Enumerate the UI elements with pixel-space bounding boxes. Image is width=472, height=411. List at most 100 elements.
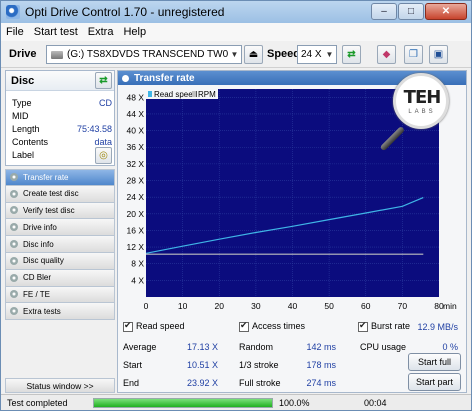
nav-fe-te[interactable]: FE / TE xyxy=(5,286,115,304)
app-disc-icon xyxy=(6,5,20,19)
end-value: 23.92 X xyxy=(186,378,218,388)
menu-extra[interactable]: Extra xyxy=(83,26,119,38)
nav-label: FE / TE xyxy=(23,289,50,299)
status-text: Test completed xyxy=(7,398,68,408)
legend-swatch xyxy=(148,91,152,97)
y-tick-label: 28 X xyxy=(127,176,145,186)
disc-icon xyxy=(10,223,18,232)
disc-type-value: CD xyxy=(99,98,112,108)
average-label: Average xyxy=(123,342,157,352)
copy-button[interactable]: ❐ xyxy=(404,45,423,64)
drive-select-value: (G:) TS8XDVDS TRANSCEND TW00 xyxy=(67,49,228,60)
disc-length-row: Length 75:43.58 xyxy=(12,124,112,136)
speed-select-value: 24 X xyxy=(301,49,322,60)
app-window: Opti Drive Control 1.70 - unregistered –… xyxy=(0,0,472,411)
disc-icon xyxy=(10,290,18,299)
nav-transfer-rate[interactable]: Transfer rate xyxy=(5,169,115,186)
y-tick-label: 24 X xyxy=(127,192,145,202)
random-label: Random xyxy=(239,342,274,352)
edit-label-button[interactable]: ◎ xyxy=(95,147,112,164)
refresh-speed-button[interactable]: ⇄ xyxy=(342,45,361,64)
y-tick-label: 48 X xyxy=(127,92,145,102)
logo-text: TEH xyxy=(403,87,442,108)
x-tick-label: 50 xyxy=(324,301,334,311)
y-tick-label: 20 X xyxy=(127,209,145,219)
eject-button[interactable]: ⏏ xyxy=(244,45,263,64)
nav-drive-info[interactable]: Drive info xyxy=(5,219,115,237)
nav-label: Create test disc xyxy=(23,189,79,199)
burst-rate-value: 12.9 MB/s xyxy=(417,322,458,332)
speed-select[interactable]: 24 X ▼ xyxy=(297,45,337,64)
nav-extra-tests[interactable]: Extra tests xyxy=(5,303,115,321)
sidebar: Disc ⇄ Type CD MID Length 75:43.58 Conte… xyxy=(5,70,115,393)
nav-create-test-disc[interactable]: Create test disc xyxy=(5,185,115,203)
progress-bar xyxy=(93,398,273,408)
start-part-button[interactable]: Start part xyxy=(408,373,461,391)
access-times-toggle[interactable]: Access times xyxy=(239,320,305,332)
disc-icon xyxy=(10,206,18,215)
chevron-down-icon: ▼ xyxy=(325,50,334,59)
legend-label: RPM xyxy=(198,90,216,99)
start-full-button[interactable]: Start full xyxy=(408,353,461,371)
menu-start-test[interactable]: Start test xyxy=(29,26,83,38)
drive-label: Drive xyxy=(9,48,37,60)
toolbar: Drive (G:) TS8XDVDS TRANSCEND TW00 ▼ ⏏ S… xyxy=(1,41,471,68)
disc-icon xyxy=(10,189,18,198)
disc-panel-header: Disc ⇄ xyxy=(6,71,114,91)
nav-verify-test-disc[interactable]: Verify test disc xyxy=(5,202,115,220)
refresh-icon: ⇄ xyxy=(347,49,356,60)
x-tick-label: 60 xyxy=(361,301,371,311)
copy-icon: ❐ xyxy=(409,49,418,60)
nav-label: CD Bler xyxy=(23,273,52,283)
disc-info-panel: Disc ⇄ Type CD MID Length 75:43.58 Conte… xyxy=(5,70,115,166)
status-window-button[interactable]: Status window >> xyxy=(5,378,115,393)
nav-label: Disc info xyxy=(23,239,54,249)
status-bar: Test completed 100.0% 00:04 xyxy=(1,394,471,410)
x-axis-unit: min xyxy=(443,301,457,311)
disc-icon xyxy=(10,307,18,316)
disc-refresh-button[interactable]: ⇄ xyxy=(95,72,112,89)
nav-disc-info[interactable]: Disc info xyxy=(5,236,115,253)
nav-disc-quality[interactable]: Disc quality xyxy=(5,252,115,270)
disc-mid-row: MID xyxy=(12,111,112,123)
disc-contents-label: Contents xyxy=(12,137,49,147)
drive-icon xyxy=(51,50,63,59)
read-speed-checkbox[interactable] xyxy=(123,320,133,332)
y-tick-label: 12 X xyxy=(127,242,145,252)
burst-rate-toggle[interactable]: Burst rate xyxy=(358,320,410,332)
disc-type-row: Type CD xyxy=(12,98,112,110)
disc-type-label: Type xyxy=(12,98,32,108)
title-bar[interactable]: Opti Drive Control 1.70 - unregistered –… xyxy=(1,1,471,23)
close-button[interactable]: ✕ xyxy=(425,3,467,20)
x-tick-label: 40 xyxy=(288,301,298,311)
disc-label-label: Label xyxy=(12,150,35,160)
cpu-usage-label: CPU usage xyxy=(360,342,407,352)
full-stroke-value: 274 ms xyxy=(306,378,336,388)
random-value: 142 ms xyxy=(306,342,336,352)
read-speed-label: Read speed xyxy=(136,321,185,331)
nav-label: Disc quality xyxy=(23,256,64,266)
nav-label: Drive info xyxy=(23,222,57,232)
access-times-checkbox[interactable] xyxy=(239,320,249,332)
menu-file[interactable]: File xyxy=(1,26,29,38)
menu-bar: File Start test Extra Help xyxy=(1,23,471,41)
logo-subtext: LABS xyxy=(408,109,436,115)
burst-rate-checkbox[interactable] xyxy=(358,320,368,332)
nav-label: Extra tests xyxy=(23,306,61,316)
disc-panel-title: Disc xyxy=(11,75,35,87)
read-speed-toggle[interactable]: Read speed xyxy=(123,320,185,332)
menu-help[interactable]: Help xyxy=(118,26,151,38)
maximize-button[interactable]: □ xyxy=(398,3,424,20)
disc-mid-label: MID xyxy=(12,111,29,121)
eject-icon: ⏏ xyxy=(248,49,259,60)
x-tick-label: 10 xyxy=(178,301,188,311)
elapsed-time: 00:04 xyxy=(364,398,387,408)
transfer-rate-icon xyxy=(10,173,18,182)
erase-button[interactable]: ◆ xyxy=(377,45,396,64)
x-tick-label: 20 xyxy=(215,301,225,311)
y-tick-label: 4 X xyxy=(131,275,144,285)
drive-select[interactable]: (G:) TS8XDVDS TRANSCEND TW00 ▼ xyxy=(46,45,242,64)
nav-cd-bler[interactable]: CD Bler xyxy=(5,269,115,287)
save-button[interactable]: ▣ xyxy=(429,45,448,64)
minimize-button[interactable]: – xyxy=(371,3,397,20)
